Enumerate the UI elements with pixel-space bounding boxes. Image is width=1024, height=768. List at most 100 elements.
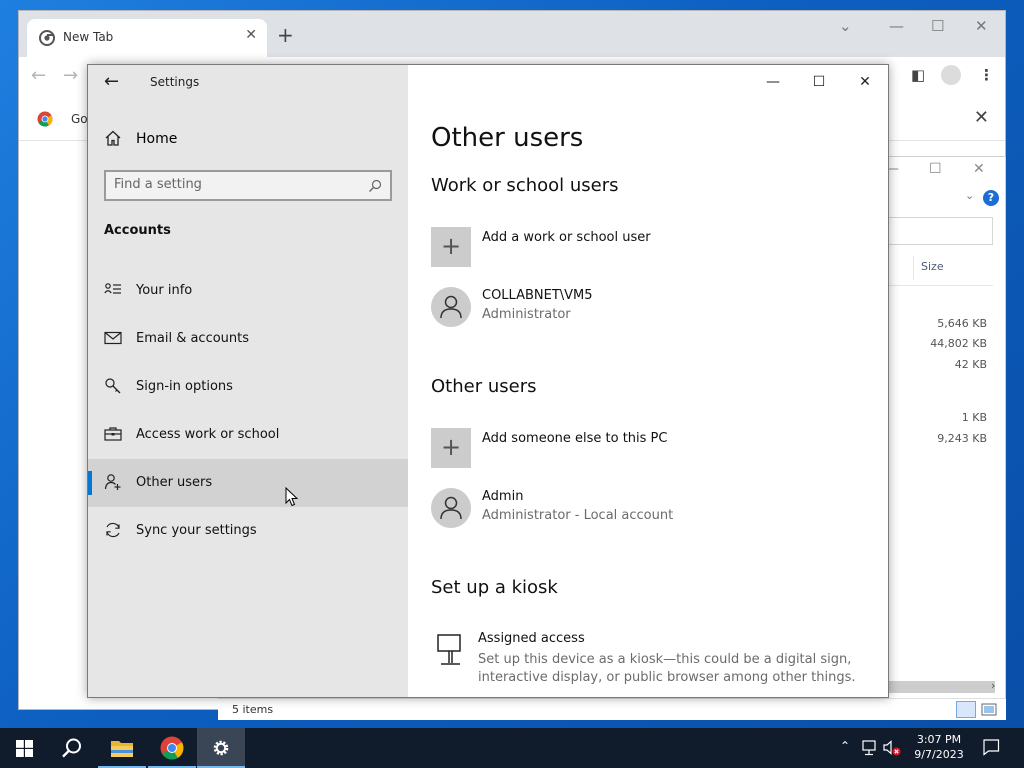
taskbar-clock[interactable]: 3:07 PM 9/7/2023 (906, 732, 972, 762)
sync-icon (106, 522, 120, 538)
show-hidden-icons-chevron-icon[interactable]: ⌃ (840, 739, 850, 753)
gear-icon (213, 740, 229, 756)
help-icon[interactable]: ? (983, 190, 999, 206)
find-setting-search[interactable] (104, 170, 392, 201)
file-size: 5,646 KB (937, 317, 987, 330)
person-card-icon (104, 283, 121, 294)
user-item[interactable]: Admin Administrator - Local account (431, 488, 851, 530)
taskbar: ⌃ 3:07 PM 9/7/2023 (0, 728, 1024, 768)
nav-label: Sync your settings (136, 523, 257, 538)
user-item[interactable]: COLLABNET\VM5 Administrator (431, 287, 851, 329)
assigned-access-item[interactable]: Assigned access Set up this device as a … (431, 631, 871, 691)
chrome-menu-icon[interactable]: ⋮ (979, 66, 994, 84)
horizontal-scrollbar[interactable] (887, 681, 995, 693)
details-view-icon[interactable] (956, 701, 976, 718)
home-label: Home (136, 131, 178, 147)
windows-logo-icon (16, 740, 33, 757)
notification-center-icon[interactable] (982, 738, 1000, 756)
user-avatar-icon (431, 287, 471, 327)
chrome-maximize-icon[interactable]: ☐ (931, 17, 944, 35)
scroll-right-icon[interactable]: › (991, 679, 995, 692)
start-button[interactable] (0, 728, 48, 768)
user-name: COLLABNET\VM5 (482, 288, 593, 303)
chrome-page-icon (39, 30, 55, 46)
back-arrow-icon[interactable]: ← (104, 71, 119, 92)
column-size[interactable]: Size (921, 260, 944, 273)
info-bar-close-icon[interactable]: ✕ (974, 107, 989, 128)
nav-label: Other users (136, 475, 213, 490)
mouse-cursor-icon (285, 487, 299, 507)
chrome-close-icon[interactable]: ✕ (975, 17, 988, 35)
ribbon-expand-icon[interactable]: ⌄ (965, 189, 974, 202)
file-explorer-window: — ☐ ✕ ⌄ ? Size 5,646 KB 44,802 KB 42 KB … (870, 156, 1006, 720)
item-count: 5 items (232, 703, 274, 716)
add-label: Add a work or school user (482, 230, 651, 245)
side-panel-icon[interactable]: ◧ (911, 66, 925, 84)
column-separator (913, 256, 914, 280)
nav-label: Your info (136, 283, 193, 298)
person-add-icon (104, 474, 121, 490)
plus-icon: + (431, 227, 471, 267)
mail-icon (104, 331, 122, 345)
add-someone-else-button[interactable]: + Add someone else to this PC (431, 428, 851, 470)
back-arrow-icon[interactable]: ← (31, 65, 46, 86)
briefcase-icon (104, 427, 122, 441)
tab-title: New Tab (63, 30, 114, 44)
profile-avatar-icon[interactable] (941, 65, 961, 85)
chrome-minimize-icon[interactable]: — (889, 17, 904, 35)
sidebar-item-sync-settings[interactable]: Sync your settings (88, 507, 408, 555)
taskbar-file-explorer[interactable] (98, 728, 146, 768)
user-avatar-icon (431, 488, 471, 528)
add-work-school-user-button[interactable]: + Add a work or school user (431, 227, 851, 269)
chrome-tab-bar: New Tab ✕ + ⌄ — ☐ ✕ (19, 11, 1005, 57)
clock-time: 3:07 PM (916, 733, 962, 746)
new-tab-plus-icon[interactable]: + (277, 23, 294, 47)
forward-arrow-icon[interactable]: → (63, 65, 78, 86)
work-school-heading: Work or school users (431, 175, 619, 196)
settings-content: Other users Work or school users + Add a… (408, 65, 888, 697)
chrome-logo-icon (160, 736, 184, 760)
search-input[interactable] (114, 177, 354, 192)
file-size: 1 KB (961, 411, 987, 424)
plus-icon: + (431, 428, 471, 468)
folder-icon (111, 741, 133, 757)
sidebar-item-email-accounts[interactable]: Email & accounts (88, 315, 408, 363)
network-icon[interactable] (862, 740, 880, 756)
kiosk-title: Assigned access (478, 631, 585, 646)
explorer-close-icon[interactable]: ✕ (973, 161, 985, 177)
kiosk-description: Set up this device as a kiosk—this could… (478, 652, 856, 685)
sidebar-item-access-work-school[interactable]: Access work or school (88, 411, 408, 459)
other-users-heading: Other users (431, 376, 537, 397)
volume-muted-icon[interactable] (882, 739, 902, 757)
window-title: Settings (150, 75, 200, 89)
tab-new-tab[interactable]: New Tab ✕ (27, 19, 267, 57)
page-title: Other users (431, 123, 584, 153)
column-header: Size (887, 252, 993, 286)
tab-search-chevron-icon[interactable]: ⌄ (839, 17, 852, 35)
file-size: 44,802 KB (930, 337, 987, 350)
taskbar-search-button[interactable] (48, 728, 96, 768)
search-icon (62, 738, 81, 758)
clock-date: 9/7/2023 (914, 748, 964, 761)
sidebar-item-sign-in-options[interactable]: Sign-in options (88, 363, 408, 411)
add-label: Add someone else to this PC (482, 431, 668, 446)
chrome-logo-icon (37, 111, 53, 127)
large-icons-view-icon[interactable] (980, 701, 998, 718)
file-size: 9,243 KB (937, 432, 987, 445)
taskbar-chrome[interactable] (148, 728, 196, 768)
taskbar-settings[interactable] (197, 728, 245, 768)
kiosk-heading: Set up a kiosk (431, 577, 558, 598)
section-accounts: Accounts (104, 223, 171, 238)
explorer-maximize-icon[interactable]: ☐ (929, 161, 942, 177)
search-icon (369, 179, 382, 192)
home-icon (105, 130, 121, 146)
tab-close-icon[interactable]: ✕ (245, 27, 257, 43)
sidebar-item-other-users[interactable]: Other users (88, 459, 408, 507)
user-role: Administrator - Local account (482, 508, 674, 523)
sidebar-item-your-info[interactable]: Your info (88, 267, 408, 315)
explorer-search-box[interactable] (887, 217, 993, 245)
settings-window: ← Settings Home Accounts Your (87, 64, 889, 698)
user-role: Administrator (482, 307, 571, 322)
key-icon (105, 378, 121, 394)
file-size: 42 KB (954, 358, 987, 371)
